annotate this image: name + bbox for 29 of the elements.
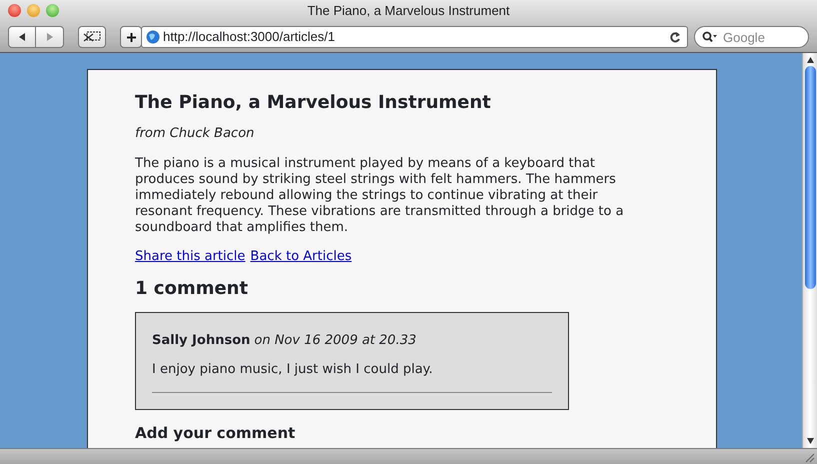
article-title: The Piano, a Marvelous Instrument	[135, 92, 492, 114]
globe-icon	[146, 30, 160, 44]
comment-date: on Nov 16 2009 at 20.33	[254, 332, 416, 350]
window-title: The Piano, a Marvelous Instrument	[307, 2, 510, 20]
scrollbar[interactable]	[802, 53, 817, 448]
article-link[interactable]: Share this article	[135, 246, 246, 266]
add-comment-heading: Add your comment	[135, 424, 296, 442]
resize-grip-icon[interactable]	[803, 450, 815, 462]
article-body: The piano is a musical instrument played by means of a keyboard that produces sound by striking steel strings with felt hammers. The hammers immediately rebound allowing the strings to continue vibrating at their resonant frequency. These vibrations are transmitted through a bridge to a soundboard that amplifies them.	[135, 156, 625, 236]
snippet-button[interactable]	[78, 26, 106, 48]
back-icon	[17, 32, 27, 42]
address-field[interactable]: http://localhost:3000/articles/1	[141, 26, 688, 48]
forward-icon	[44, 32, 54, 42]
comments-heading: 1 comment	[135, 278, 249, 300]
comment-author: Sally Johnson	[152, 332, 250, 350]
comment-text: I enjoy piano music, I just wish I could play.	[152, 361, 434, 380]
scroll-up-icon[interactable]	[806, 56, 814, 64]
reload-icon[interactable]	[670, 31, 681, 43]
add-bookmark-button[interactable]	[120, 26, 142, 48]
scroll-down-icon[interactable]	[806, 437, 814, 445]
search-field[interactable]: Google	[694, 26, 809, 48]
plus-icon	[126, 32, 136, 42]
scroll-thumb[interactable]	[804, 66, 816, 289]
back-button[interactable]	[8, 26, 36, 48]
forward-button[interactable]	[36, 26, 64, 48]
article-byline: from Chuck Bacon	[135, 125, 256, 143]
scissors-icon	[83, 31, 101, 43]
close-button[interactable]	[8, 4, 21, 17]
article-link[interactable]: Back to Articles	[250, 246, 352, 266]
